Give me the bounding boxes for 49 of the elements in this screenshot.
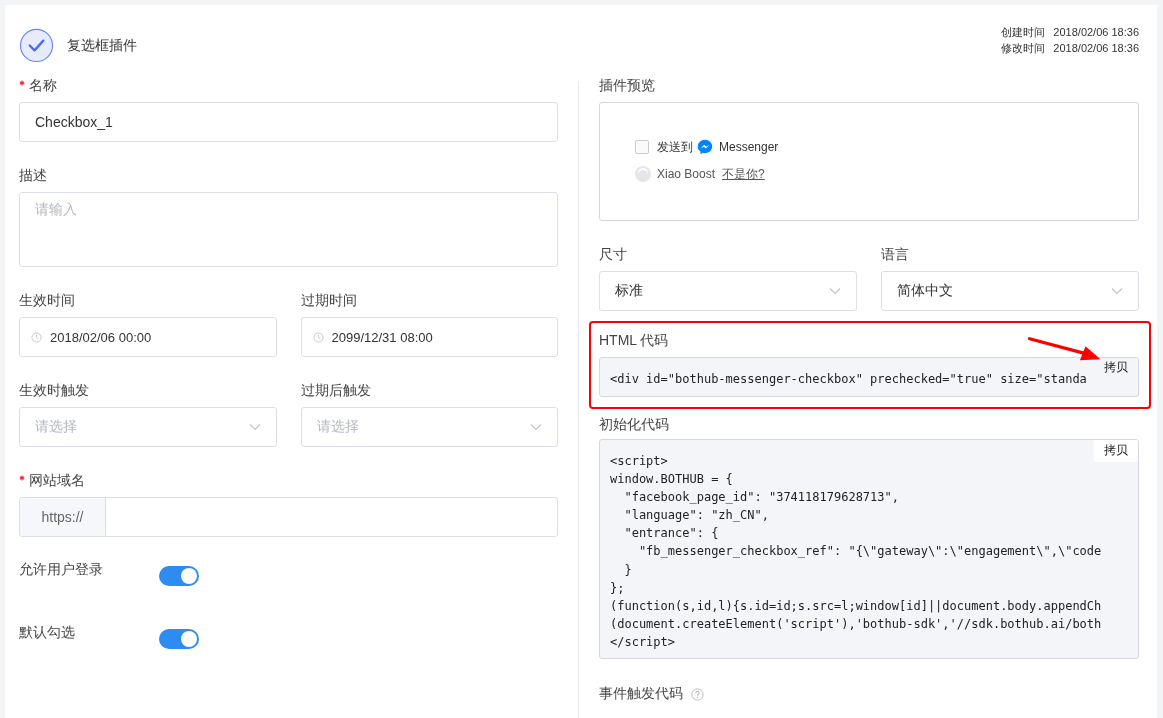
field-label: 事件触发代码 xyxy=(599,685,683,703)
field-label: 生效时间 xyxy=(19,292,75,310)
field-label: 生效时触发 xyxy=(19,382,89,400)
chevron-down-icon xyxy=(530,423,542,431)
meta-label: 修改时间 xyxy=(1001,41,1046,56)
chevron-down-icon xyxy=(1111,287,1123,295)
not-you-link[interactable]: 不是你? xyxy=(722,165,765,183)
messenger-icon xyxy=(697,139,713,155)
domain-input[interactable]: https:// xyxy=(19,497,558,537)
field-label: 网站域名 xyxy=(29,472,85,490)
meta-label: 创建时间 xyxy=(1001,25,1046,40)
arrow-icon xyxy=(1027,335,1103,363)
field-label: 初始化代码 xyxy=(599,416,669,434)
description-textarea[interactable]: 请输入 xyxy=(19,192,558,267)
toggle-switch[interactable] xyxy=(159,566,199,586)
chevron-down-icon xyxy=(248,423,261,431)
field-label: 插件预览 xyxy=(599,77,655,95)
messenger-label: Messenger xyxy=(719,140,779,154)
chevron-down-icon xyxy=(829,287,841,295)
copy-button[interactable]: 拷贝 xyxy=(1094,440,1138,462)
field-label: HTML 代码 xyxy=(599,332,669,350)
date-picker[interactable]: 2018/02/06 00:00 xyxy=(19,317,277,357)
meta-value: 2018/02/06 18:36 xyxy=(1053,25,1139,40)
toggle-switch[interactable] xyxy=(159,629,199,649)
toggle-label: 默认勾选 xyxy=(19,624,76,642)
url-prefix: https:// xyxy=(20,498,106,536)
required-asterisk-icon xyxy=(19,80,25,86)
avatar-icon xyxy=(635,166,651,182)
select-dropdown[interactable]: 标准 xyxy=(599,271,857,311)
toggle-label: 允许用户登录 xyxy=(19,561,104,579)
meta-value: 2018/02/06 18:36 xyxy=(1053,41,1139,56)
field-label: 过期时间 xyxy=(300,292,357,310)
checkbox[interactable] xyxy=(635,140,649,154)
checkmark-circle-icon xyxy=(19,28,54,63)
select-dropdown[interactable]: 简体中文 xyxy=(881,271,1139,311)
field-label: 语言 xyxy=(881,246,909,264)
clock-icon xyxy=(312,331,324,343)
field-label: 描述 xyxy=(19,167,47,185)
required-asterisk-icon xyxy=(19,475,25,481)
field-label: 名称 xyxy=(29,77,57,95)
name-input[interactable]: Checkbox_1 xyxy=(19,102,558,142)
send-to-label: 发送到 xyxy=(657,138,693,156)
plugin-title: 复选框插件 xyxy=(67,36,137,55)
code-text: <div id="bothub-messenger-checkbox" prechecked="true" size="standa xyxy=(610,372,1087,386)
clock-icon xyxy=(31,331,42,343)
field-label: 过期后触发 xyxy=(300,382,371,400)
field-label: 尺寸 xyxy=(599,246,627,264)
date-picker[interactable]: 2099/12/31 08:00 xyxy=(300,317,558,357)
user-name: Xiao Boost xyxy=(657,167,716,181)
